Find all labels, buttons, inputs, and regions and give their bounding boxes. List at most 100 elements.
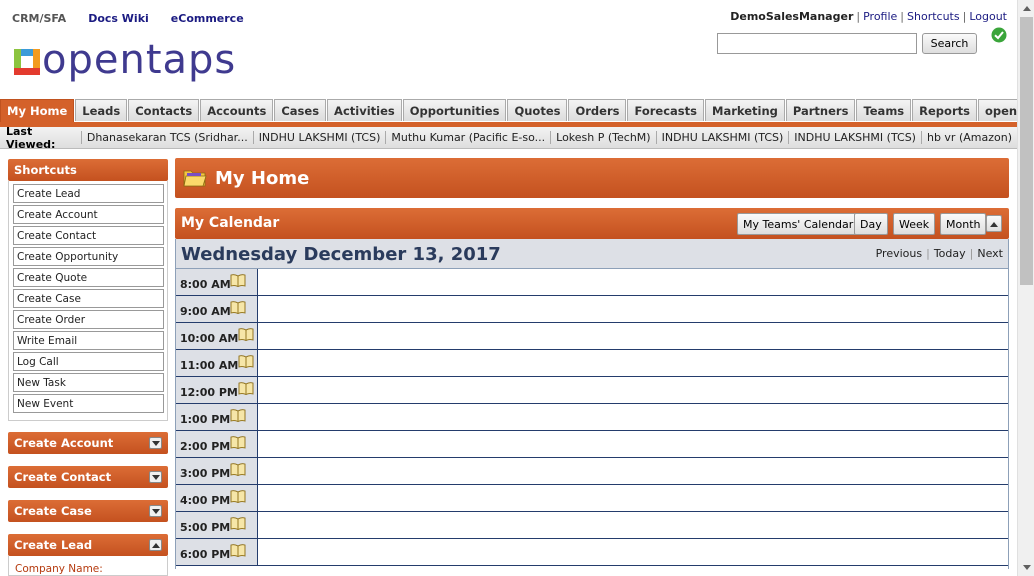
tab-quotes[interactable]: Quotes xyxy=(507,99,568,121)
last-viewed-item[interactable]: INDHU LAKSHMI (TCS) xyxy=(252,131,386,144)
time-slot-cell[interactable] xyxy=(258,485,1008,511)
time-slot-cell[interactable] xyxy=(258,512,1008,538)
shortcut-create-order[interactable]: Create Order xyxy=(13,310,164,329)
sidebar-section-create-contact[interactable]: Create Contact xyxy=(8,466,168,488)
opentaps-logo[interactable]: opentaps xyxy=(14,38,236,82)
folder-icon xyxy=(183,170,207,187)
date-bar: Wednesday December 13, 2017 Previous | Tod… xyxy=(176,239,1008,269)
week-view-button[interactable]: Week xyxy=(893,213,936,235)
profile-link[interactable]: Profile xyxy=(863,10,897,23)
shortcut-create-lead[interactable]: Create Lead xyxy=(13,184,164,203)
last-viewed-item[interactable]: INDHU LAKSHMI (TCS) xyxy=(788,131,921,144)
tab-reports[interactable]: Reports xyxy=(912,99,977,121)
app-ecommerce-link[interactable]: eCommerce xyxy=(171,12,244,25)
tab-my-home[interactable]: My Home xyxy=(0,99,75,122)
add-event-book-icon[interactable] xyxy=(230,274,246,288)
add-event-book-icon[interactable] xyxy=(238,382,254,396)
time-label: 2:00 PM xyxy=(180,440,231,453)
logout-link[interactable]: Logout xyxy=(969,10,1007,23)
shortcut-create-contact[interactable]: Create Contact xyxy=(13,226,164,245)
my-teams-calendar-button[interactable]: My Teams' Calendar xyxy=(737,213,860,235)
chevron-up-icon xyxy=(151,542,160,548)
time-slot-cell[interactable] xyxy=(258,269,1008,295)
tab-activities[interactable]: Activities xyxy=(327,99,402,121)
tab-contacts[interactable]: Contacts xyxy=(128,99,200,121)
time-slot-row: 1:00 PM xyxy=(176,404,1008,431)
tab-accounts[interactable]: Accounts xyxy=(200,99,274,121)
time-label: 9:00 AM xyxy=(180,305,231,318)
shortcut-create-account[interactable]: Create Account xyxy=(13,205,164,224)
shortcuts-link[interactable]: Shortcuts xyxy=(907,10,960,23)
last-viewed-item[interactable]: Lokesh P (TechM) xyxy=(550,131,655,144)
user-bar: DemoSalesManager | Profile | Shortcuts | Logou… xyxy=(730,10,1007,23)
time-slot-cell[interactable] xyxy=(258,404,1008,430)
last-viewed-item[interactable]: hb vr (Amazon) xyxy=(920,131,1017,144)
scroll-up-arrow-icon[interactable] xyxy=(1018,0,1034,17)
time-label: 8:00 AM xyxy=(180,278,231,291)
month-view-button[interactable]: Month xyxy=(940,213,987,235)
sidebar-section-create-account[interactable]: Create Account xyxy=(8,432,168,454)
shortcut-create-case[interactable]: Create Case xyxy=(13,289,164,308)
time-label: 4:00 PM xyxy=(180,494,231,507)
sidebar-section-label: Create Lead xyxy=(14,538,93,552)
day-view-button[interactable]: Day xyxy=(854,213,888,235)
tab-partners[interactable]: Partners xyxy=(785,99,856,121)
sidebar-section-create-lead[interactable]: Create Lead xyxy=(8,534,168,556)
tab-teams[interactable]: Teams xyxy=(856,99,912,121)
time-slot-cell[interactable] xyxy=(258,431,1008,457)
app-crm-link[interactable]: CRM/SFA xyxy=(12,12,66,25)
shortcut-create-opportunity[interactable]: Create Opportunity xyxy=(13,247,164,266)
add-event-book-icon[interactable] xyxy=(230,517,246,531)
main-tabs: My Home Leads Contacts Accounts Cases Activit… xyxy=(0,99,1034,122)
app-switcher: CRM/SFA Docs Wiki eCommerce xyxy=(12,12,266,25)
section-toggle-button[interactable] xyxy=(149,471,162,483)
time-slot-cell[interactable] xyxy=(258,350,1008,376)
time-slot-cell[interactable] xyxy=(258,296,1008,322)
search-input[interactable] xyxy=(717,33,917,54)
tab-leads[interactable]: Leads xyxy=(75,99,128,121)
today-link[interactable]: Today xyxy=(934,247,966,260)
scrollbar-thumb[interactable] xyxy=(1020,17,1033,285)
add-event-book-icon[interactable] xyxy=(230,490,246,504)
add-event-book-icon[interactable] xyxy=(230,436,246,450)
tab-cases[interactable]: Cases xyxy=(274,99,327,121)
time-slot-row: 3:00 PM xyxy=(176,458,1008,485)
sidebar-section-create-case[interactable]: Create Case xyxy=(8,500,168,522)
add-event-book-icon[interactable] xyxy=(230,409,246,423)
add-event-book-icon[interactable] xyxy=(238,328,254,342)
last-viewed-item[interactable]: Dhanasekaran TCS (Sridhar... xyxy=(80,131,253,144)
next-day-link[interactable]: Next xyxy=(977,247,1003,260)
section-toggle-button[interactable] xyxy=(149,437,162,449)
chevron-down-icon xyxy=(151,440,160,446)
time-slot-cell[interactable] xyxy=(258,377,1008,403)
search-button[interactable]: Search xyxy=(922,33,977,54)
last-viewed-item[interactable]: INDHU LAKSHMI (TCS) xyxy=(655,131,789,144)
add-event-book-icon[interactable] xyxy=(230,463,246,477)
calendar-title: My Calendar xyxy=(181,215,280,231)
section-toggle-button[interactable] xyxy=(149,505,162,517)
shortcut-create-quote[interactable]: Create Quote xyxy=(13,268,164,287)
section-toggle-button[interactable] xyxy=(149,539,162,551)
shortcut-new-task[interactable]: New Task xyxy=(13,373,164,392)
tab-forecasts[interactable]: Forecasts xyxy=(627,99,704,121)
previous-day-link[interactable]: Previous xyxy=(876,247,923,260)
tab-marketing[interactable]: Marketing xyxy=(705,99,785,121)
tab-orders[interactable]: Orders xyxy=(568,99,627,121)
chevron-down-icon xyxy=(151,474,160,480)
page-scrollbar[interactable] xyxy=(1017,0,1034,576)
shortcut-new-event[interactable]: New Event xyxy=(13,394,164,413)
time-slot-cell[interactable] xyxy=(258,458,1008,484)
app-docs-link[interactable]: Docs Wiki xyxy=(88,12,149,25)
shortcut-log-call[interactable]: Log Call xyxy=(13,352,164,371)
add-event-book-icon[interactable] xyxy=(238,355,254,369)
add-event-book-icon[interactable] xyxy=(230,544,246,558)
scroll-down-arrow-icon[interactable] xyxy=(1018,559,1034,576)
collapse-calendar-button[interactable] xyxy=(986,215,1002,232)
time-slot-cell[interactable] xyxy=(258,539,1008,565)
calendar-date: Wednesday December 13, 2017 xyxy=(181,244,501,265)
last-viewed-item[interactable]: Muthu Kumar (Pacific E-so... xyxy=(385,131,550,144)
shortcut-write-email[interactable]: Write Email xyxy=(13,331,164,350)
add-event-book-icon[interactable] xyxy=(230,301,246,315)
tab-opportunities[interactable]: Opportunities xyxy=(402,99,507,121)
time-slot-cell[interactable] xyxy=(258,323,1008,349)
